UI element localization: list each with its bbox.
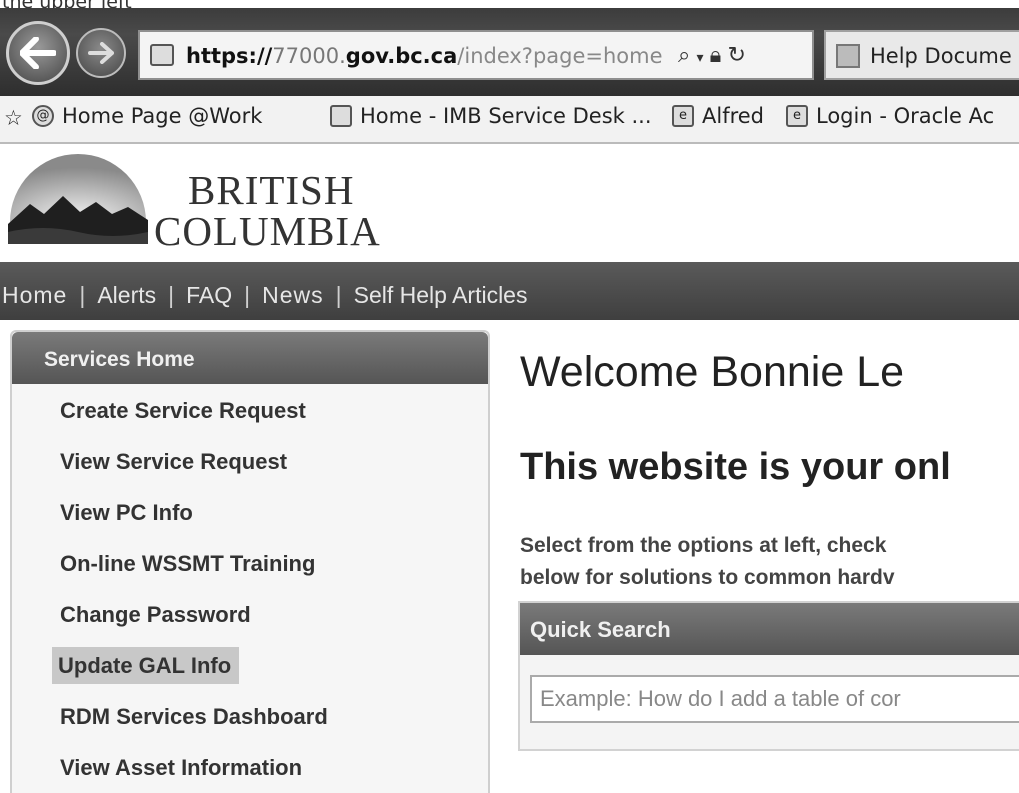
forward-arrow-icon — [88, 42, 114, 64]
dropdown-icon[interactable]: ▾ — [696, 49, 703, 65]
favorite-label: Home - IMB Service Desk ... — [360, 104, 652, 128]
favorites-bar: ☆ @ Home Page @Work Home - IMB Service D… — [0, 96, 1019, 144]
address-url[interactable]: https://77000.gov.bc.ca/index?page=home — [186, 44, 663, 68]
sidebar-item-view-pc-info[interactable]: View PC Info — [12, 498, 488, 549]
intro-line-1: Select from the options at left, check — [520, 534, 887, 557]
sidebar-item-label: View Service Request — [60, 449, 288, 474]
quick-search-input[interactable] — [530, 675, 1019, 723]
favorite-label: Alfred — [702, 104, 765, 128]
logo-line-columbia: COLUMBIA — [154, 208, 381, 254]
url-subdomain: 77000. — [272, 44, 346, 68]
sidebar-item-online-wssmt-training[interactable]: On-line WSSMT Training — [12, 549, 488, 600]
intro-text: Select from the options at left, check b… — [520, 530, 895, 594]
sidebar-item-label: Update GAL Info — [52, 647, 240, 684]
back-button[interactable] — [6, 21, 70, 85]
page-icon — [330, 105, 352, 127]
nav-faq[interactable]: FAQ — [186, 282, 232, 309]
quick-search-panel: Quick Search — [518, 601, 1019, 751]
sidebar-item-rdm-services-dashboard[interactable]: RDM Services Dashboard — [12, 702, 488, 753]
back-arrow-icon — [20, 37, 56, 69]
nav-separator: | — [168, 282, 175, 308]
address-tools: ⌕ ▾ 🔒︎ ↻ — [678, 42, 746, 68]
tab-title: Help Docume — [870, 44, 1012, 68]
sidebar-item-label: View PC Info — [60, 500, 193, 525]
favorite-oracle-login[interactable]: e Login - Oracle Ac — [786, 104, 994, 128]
main-nav: Home | Alerts | FAQ | News | Self Help Articles — [0, 262, 1019, 320]
url-domain: gov.bc.ca — [345, 44, 458, 68]
favorite-label: Home Page @Work — [62, 104, 263, 128]
bc-logo-icon[interactable] — [8, 152, 148, 252]
nav-separator: | — [79, 282, 86, 308]
nav-separator: | — [244, 282, 251, 308]
sidebar-title[interactable]: Services Home — [12, 332, 488, 384]
url-scheme: https:// — [186, 44, 273, 68]
sidebar-item-label: Change Password — [60, 602, 251, 627]
site-favicon-icon — [150, 44, 174, 66]
sidebar-item-label: Create Service Request — [60, 398, 306, 423]
favorite-alfred[interactable]: e Alfred — [672, 104, 764, 128]
browser-toolbar: https://77000.gov.bc.ca/index?page=home … — [0, 8, 1019, 96]
browser-tab[interactable]: Help Docume — [824, 30, 1019, 80]
favorites-star-icon[interactable]: ☆ — [4, 106, 23, 130]
welcome-heading: Welcome Bonnie Le — [520, 348, 905, 396]
lock-icon[interactable]: 🔒︎ — [710, 42, 722, 67]
nav-news[interactable]: News — [262, 282, 324, 309]
bc-logo-text: BRITISH COLUMBIA — [154, 170, 381, 252]
sidebar-menu: Create Service Request View Service Requ… — [12, 384, 488, 793]
quick-search-title: Quick Search — [520, 603, 1019, 655]
nav-alerts[interactable]: Alerts — [97, 282, 156, 309]
at-sign-icon: @ — [32, 105, 54, 127]
favorite-home-page[interactable]: @ Home Page @Work — [32, 104, 262, 128]
nav-self-help-articles[interactable]: Self Help Articles — [354, 282, 528, 309]
nav-home[interactable]: Home — [2, 282, 67, 309]
favorite-imb-service-desk[interactable]: Home - IMB Service Desk ... — [330, 104, 652, 128]
sidebar-item-view-service-request[interactable]: View Service Request — [12, 447, 488, 498]
nav-separator: | — [335, 282, 342, 308]
services-sidebar: Services Home Create Service Request Vie… — [10, 330, 490, 793]
refresh-icon[interactable]: ↻ — [727, 42, 745, 67]
tab-favicon-icon — [836, 44, 860, 68]
ie-page-icon: e — [672, 105, 694, 127]
sidebar-item-view-asset-information[interactable]: View Asset Information — [12, 753, 488, 793]
logo-line-british: BRITISH — [188, 167, 355, 213]
sidebar-item-change-password[interactable]: Change Password — [12, 600, 488, 651]
intro-line-2: below for solutions to common hardv — [520, 566, 895, 589]
sidebar-item-label: View Asset Information — [60, 755, 303, 780]
sidebar-item-update-gal-info[interactable]: Update GAL Info — [12, 647, 488, 702]
sidebar-item-label: On-line WSSMT Training — [60, 551, 316, 576]
forward-button[interactable] — [76, 28, 126, 78]
favorite-label: Login - Oracle Ac — [816, 104, 995, 128]
url-path: /index?page=home — [457, 44, 663, 68]
site-description-heading: This website is your onl — [520, 446, 951, 488]
sidebar-item-label: RDM Services Dashboard — [60, 704, 328, 729]
address-bar[interactable]: https://77000.gov.bc.ca/index?page=home … — [138, 30, 814, 80]
ie-page-icon: e — [786, 105, 808, 127]
sidebar-item-create-service-request[interactable]: Create Service Request — [12, 396, 488, 447]
search-icon[interactable]: ⌕ — [678, 42, 690, 67]
